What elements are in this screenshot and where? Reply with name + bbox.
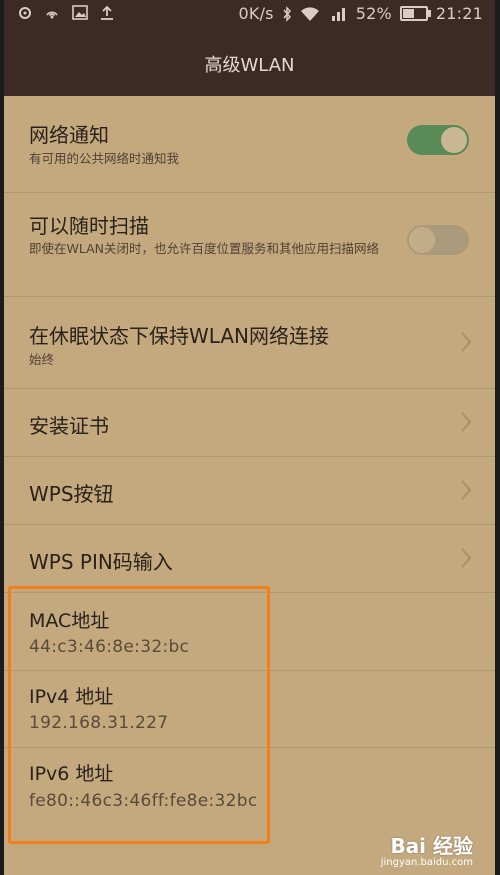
notification-dot-icon [19, 6, 31, 19]
setting-install-cert[interactable]: 安装证书 [4, 389, 495, 457]
setting-scan-always[interactable]: 可以随时扫描 即使在WLAN关闭时，也允许百度位置服务和其他应用扫描网络 [4, 193, 495, 297]
network-speed: 0K/s [238, 4, 274, 23]
setting-title: 安装证书 [29, 414, 109, 438]
gallery-icon [72, 5, 88, 20]
scan-always-toggle[interactable] [407, 225, 469, 255]
setting-subtitle: 有可用的公共网络时通知我 [29, 151, 180, 166]
device-frame: 0K/s 52% 21:21 高级WLAN 网络通知 有可用的公共网络时通知我 … [0, 0, 500, 875]
baidu-jingyan-watermark: Bai 经验 jingyan.baidu.com [381, 835, 473, 869]
setting-title: WPS PIN码输入 [29, 550, 173, 574]
battery-fill [402, 9, 414, 18]
app-bar: 高级WLAN [4, 30, 495, 96]
battery-percent: 52% [355, 4, 392, 23]
network-notify-toggle[interactable] [407, 125, 469, 155]
chevron-right-icon [461, 480, 472, 500]
setting-title: 网络通知 [29, 123, 109, 147]
hotspot-icon [46, 11, 58, 18]
cellular-signal-icon [331, 7, 345, 21]
toggle-knob [441, 127, 467, 153]
wifi-icon [300, 6, 319, 21]
setting-title: 可以随时扫描 [29, 214, 149, 238]
bluetooth-icon [283, 5, 291, 22]
highlight-box [8, 586, 270, 844]
phone-screen: 0K/s 52% 21:21 高级WLAN 网络通知 有可用的公共网络时通知我 … [4, 0, 495, 875]
chevron-right-icon [461, 332, 472, 352]
page-title: 高级WLAN [204, 55, 295, 76]
setting-title: 在休眠状态下保持WLAN网络连接 [29, 324, 330, 348]
setting-title: WPS按钮 [29, 482, 114, 506]
watermark-url: jingyan.baidu.com [380, 857, 473, 868]
watermark-logo: Bai 经验 [390, 834, 473, 858]
chevron-right-icon [461, 412, 472, 432]
setting-keep-wifi-sleep[interactable]: 在休眠状态下保持WLAN网络连接 始终 [4, 297, 495, 389]
setting-wps-button[interactable]: WPS按钮 [4, 457, 495, 525]
toggle-knob [409, 227, 435, 253]
battery-icon [399, 6, 431, 21]
clock: 21:21 [435, 4, 483, 23]
setting-wps-pin[interactable]: WPS PIN码输入 [4, 525, 495, 593]
upload-icon [101, 5, 113, 20]
status-bar: 0K/s 52% 21:21 [4, 0, 495, 30]
chevron-right-icon [461, 548, 472, 568]
setting-subtitle: 即使在WLAN关闭时，也允许百度位置服务和其他应用扫描网络 [29, 241, 380, 256]
setting-network-notify[interactable]: 网络通知 有可用的公共网络时通知我 [4, 96, 495, 193]
setting-subtitle: 始终 [29, 352, 55, 367]
